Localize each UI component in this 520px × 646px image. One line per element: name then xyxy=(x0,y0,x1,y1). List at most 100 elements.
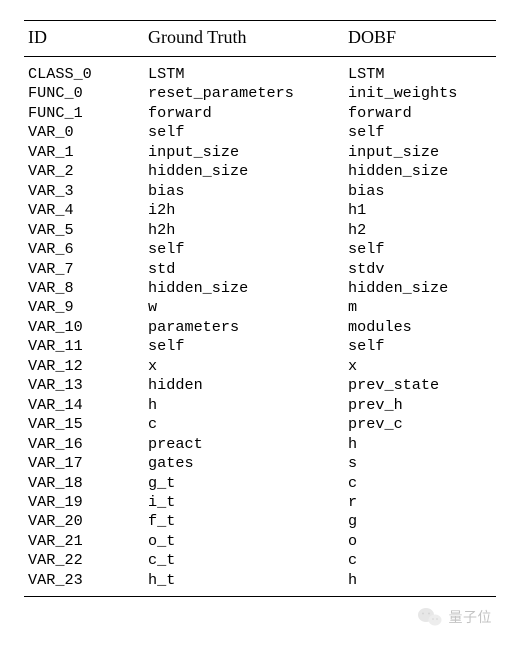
cell-dobf: self xyxy=(344,123,496,142)
cell-id: VAR_9 xyxy=(24,298,144,317)
cell-ground-truth: x xyxy=(144,357,344,376)
cell-id: VAR_6 xyxy=(24,240,144,259)
cell-ground-truth: preact xyxy=(144,435,344,454)
cell-ground-truth: hidden_size xyxy=(144,279,344,298)
table-row: FUNC_0reset_parametersinit_weights xyxy=(24,84,496,103)
cell-ground-truth: reset_parameters xyxy=(144,84,344,103)
cell-id: VAR_19 xyxy=(24,493,144,512)
cell-dobf: g xyxy=(344,512,496,531)
cell-ground-truth: gates xyxy=(144,454,344,473)
cell-id: VAR_3 xyxy=(24,182,144,201)
watermark-text: 量子位 xyxy=(449,607,493,627)
table-row: VAR_13hiddenprev_state xyxy=(24,376,496,395)
cell-id: FUNC_1 xyxy=(24,104,144,123)
cell-dobf: c xyxy=(344,551,496,570)
cell-dobf: prev_h xyxy=(344,396,496,415)
cell-ground-truth: h xyxy=(144,396,344,415)
cell-dobf: h xyxy=(344,571,496,597)
cell-dobf: o xyxy=(344,532,496,551)
cell-id: VAR_10 xyxy=(24,318,144,337)
cell-ground-truth: i_t xyxy=(144,493,344,512)
col-header-dobf: DOBF xyxy=(344,21,496,57)
cell-dobf: h xyxy=(344,435,496,454)
cell-ground-truth: self xyxy=(144,123,344,142)
cell-id: VAR_16 xyxy=(24,435,144,454)
table-row: VAR_20f_tg xyxy=(24,512,496,531)
wechat-icon xyxy=(417,606,443,628)
comparison-table: ID Ground Truth DOBF CLASS_0LSTMLSTMFUNC… xyxy=(24,20,496,597)
cell-ground-truth: LSTM xyxy=(144,57,344,85)
cell-ground-truth: input_size xyxy=(144,143,344,162)
cell-ground-truth: h2h xyxy=(144,221,344,240)
cell-ground-truth: o_t xyxy=(144,532,344,551)
cell-id: VAR_21 xyxy=(24,532,144,551)
cell-id: VAR_20 xyxy=(24,512,144,531)
cell-ground-truth: hidden_size xyxy=(144,162,344,181)
table-row: FUNC_1forwardforward xyxy=(24,104,496,123)
cell-dobf: s xyxy=(344,454,496,473)
table-row: VAR_6selfself xyxy=(24,240,496,259)
watermark: 量子位 xyxy=(417,606,493,628)
cell-ground-truth: bias xyxy=(144,182,344,201)
table-row: VAR_10parametersmodules xyxy=(24,318,496,337)
table-row: VAR_2hidden_sizehidden_size xyxy=(24,162,496,181)
cell-ground-truth: self xyxy=(144,240,344,259)
col-header-gt: Ground Truth xyxy=(144,21,344,57)
cell-id: VAR_8 xyxy=(24,279,144,298)
cell-id: VAR_2 xyxy=(24,162,144,181)
table-body: CLASS_0LSTMLSTMFUNC_0reset_parametersini… xyxy=(24,57,496,597)
cell-id: VAR_0 xyxy=(24,123,144,142)
cell-id: VAR_4 xyxy=(24,201,144,220)
table-row: VAR_4i2hh1 xyxy=(24,201,496,220)
cell-dobf: input_size xyxy=(344,143,496,162)
table-row: VAR_3biasbias xyxy=(24,182,496,201)
cell-dobf: x xyxy=(344,357,496,376)
cell-id: VAR_14 xyxy=(24,396,144,415)
cell-id: VAR_12 xyxy=(24,357,144,376)
cell-dobf: r xyxy=(344,493,496,512)
table-row: VAR_14hprev_h xyxy=(24,396,496,415)
cell-id: CLASS_0 xyxy=(24,57,144,85)
cell-dobf: hidden_size xyxy=(344,279,496,298)
table-header-row: ID Ground Truth DOBF xyxy=(24,21,496,57)
cell-id: VAR_7 xyxy=(24,260,144,279)
cell-ground-truth: g_t xyxy=(144,474,344,493)
table-row: VAR_0selfself xyxy=(24,123,496,142)
table-row: VAR_1input_sizeinput_size xyxy=(24,143,496,162)
cell-dobf: forward xyxy=(344,104,496,123)
table-row: VAR_15cprev_c xyxy=(24,415,496,434)
cell-ground-truth: c_t xyxy=(144,551,344,570)
cell-ground-truth: c xyxy=(144,415,344,434)
cell-id: VAR_11 xyxy=(24,337,144,356)
cell-dobf: prev_state xyxy=(344,376,496,395)
cell-dobf: m xyxy=(344,298,496,317)
table-row: VAR_12xx xyxy=(24,357,496,376)
table-row: VAR_21o_to xyxy=(24,532,496,551)
cell-ground-truth: forward xyxy=(144,104,344,123)
cell-dobf: stdv xyxy=(344,260,496,279)
cell-dobf: prev_c xyxy=(344,415,496,434)
cell-id: VAR_17 xyxy=(24,454,144,473)
cell-dobf: h2 xyxy=(344,221,496,240)
table-row: VAR_5h2hh2 xyxy=(24,221,496,240)
cell-id: VAR_18 xyxy=(24,474,144,493)
cell-dobf: bias xyxy=(344,182,496,201)
cell-id: VAR_1 xyxy=(24,143,144,162)
cell-id: VAR_23 xyxy=(24,571,144,597)
cell-dobf: h1 xyxy=(344,201,496,220)
cell-id: VAR_13 xyxy=(24,376,144,395)
cell-ground-truth: w xyxy=(144,298,344,317)
table-row: VAR_16preacth xyxy=(24,435,496,454)
cell-ground-truth: parameters xyxy=(144,318,344,337)
table-row: VAR_11selfself xyxy=(24,337,496,356)
cell-id: VAR_5 xyxy=(24,221,144,240)
cell-dobf: self xyxy=(344,240,496,259)
cell-ground-truth: std xyxy=(144,260,344,279)
cell-id: VAR_22 xyxy=(24,551,144,570)
cell-ground-truth: h_t xyxy=(144,571,344,597)
cell-ground-truth: f_t xyxy=(144,512,344,531)
cell-id: VAR_15 xyxy=(24,415,144,434)
table-row: VAR_18g_tc xyxy=(24,474,496,493)
cell-dobf: self xyxy=(344,337,496,356)
cell-id: FUNC_0 xyxy=(24,84,144,103)
